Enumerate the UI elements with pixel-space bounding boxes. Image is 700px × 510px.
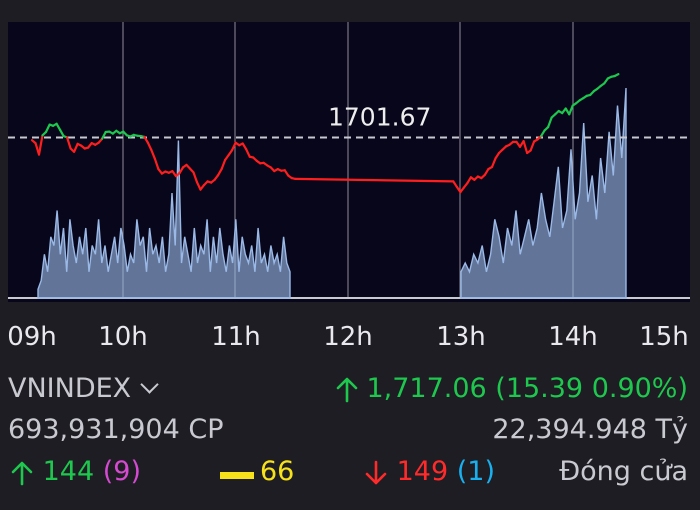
time-tick: 13h [436, 322, 486, 352]
price-line-segment [44, 123, 51, 134]
price-line-segment [65, 136, 72, 150]
market-status: Đóng cửa [559, 456, 688, 487]
price-line-segment [220, 158, 227, 171]
time-tick: 14h [548, 322, 598, 352]
price-line-segment [613, 72, 620, 78]
price-line-segment [546, 116, 553, 129]
arrow-down-icon [365, 460, 387, 484]
ceiling-count: (9) [102, 456, 141, 487]
breadth-row: 144 (9) 66 149 (1) Đóng cửa [8, 456, 688, 492]
time-tick: 11h [211, 322, 261, 352]
price-line-segment [294, 177, 455, 183]
time-tick: 10h [98, 322, 148, 352]
price-line-segment [490, 157, 497, 169]
volume-value-row: 693,931,904 CP 22,394.948 Tỷ [8, 414, 688, 450]
price-line-segment [150, 149, 156, 160]
price-line-segment [522, 139, 529, 155]
arrow-up-icon [336, 377, 358, 402]
time-tick: 12h [323, 322, 373, 352]
price-line-segment [192, 171, 199, 184]
total-value: 22,394.948 Tỷ [492, 414, 688, 445]
index-selector[interactable]: VNINDEX [8, 373, 159, 404]
index-value: 1,717.06 [366, 373, 487, 404]
decliners-count: 149 [396, 456, 449, 487]
price-line-segment [245, 148, 251, 158]
advancers-group: 144 (9) [10, 456, 141, 487]
floor-count: (1) [456, 456, 495, 487]
index-summary-row: VNINDEX 1,717.06 (15.39 0.90%) [8, 373, 688, 409]
price-line-segment [37, 134, 44, 156]
total-volume: 693,931,904 CP [8, 414, 224, 445]
price-line-segment [529, 140, 536, 152]
index-change: (15.39 0.90%) [495, 373, 688, 404]
chart-canvas: 1701.67 [8, 22, 690, 299]
volume-area-morning [37, 140, 291, 299]
volume-area-afternoon [460, 87, 627, 299]
advancers-count: 144 [42, 456, 95, 487]
price-line-segment [146, 141, 153, 152]
time-tick: 09h [7, 322, 57, 352]
time-tick: 15h [639, 322, 689, 352]
price-line-segment [153, 157, 160, 171]
time-axis: 09h 10h 11h 12h 13h 14h 15h [0, 322, 700, 362]
unchanged-group: 66 [220, 456, 294, 487]
arrow-up-icon [11, 461, 33, 485]
unchanged-count: 66 [260, 456, 295, 487]
price-line-segment [568, 104, 574, 116]
index-quote: 1,717.06 (15.39 0.90%) [336, 373, 688, 404]
chevron-down-icon [140, 375, 159, 394]
flat-bar-icon [220, 472, 254, 479]
intraday-chart[interactable]: 1701.67 [8, 22, 690, 302]
index-name: VNINDEX [8, 373, 132, 404]
price-line-segment [72, 142, 79, 153]
decliners-group: 149 (1) [364, 456, 495, 487]
reference-label: 1701.67 [328, 102, 431, 131]
